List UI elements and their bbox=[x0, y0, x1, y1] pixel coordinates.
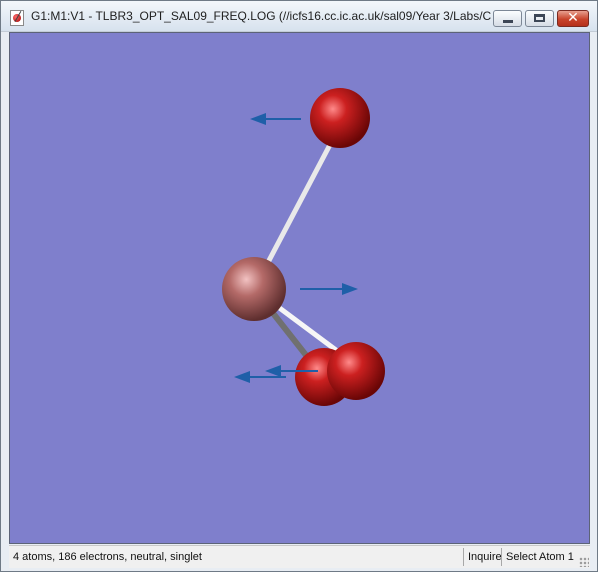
status-divider bbox=[501, 548, 502, 566]
molecule-viewport[interactable] bbox=[9, 32, 590, 544]
title-bar[interactable]: G1:M1:V1 - TLBR3_OPT_SAL09_FREQ.LOG (//i… bbox=[1, 1, 597, 32]
atom-br-2[interactable] bbox=[327, 342, 385, 400]
atom-br-1[interactable] bbox=[310, 88, 370, 148]
application-window: G1:M1:V1 - TLBR3_OPT_SAL09_FREQ.LOG (//i… bbox=[0, 0, 598, 572]
minimize-button[interactable] bbox=[493, 10, 522, 27]
maximize-icon bbox=[534, 14, 545, 22]
status-action: Select Atom 1 bbox=[506, 551, 574, 563]
resize-grip[interactable] bbox=[579, 557, 589, 567]
close-button[interactable]: ✕ bbox=[557, 10, 589, 27]
molecule-summary: 4 atoms, 186 electrons, neutral, singlet bbox=[13, 551, 202, 563]
gaussview-app-icon[interactable] bbox=[10, 10, 24, 26]
minimize-icon bbox=[503, 20, 513, 23]
close-icon: ✕ bbox=[567, 10, 579, 26]
maximize-button[interactable] bbox=[525, 10, 554, 27]
molecule-canvas[interactable] bbox=[10, 33, 589, 543]
status-bar: 4 atoms, 186 electrons, neutral, singlet… bbox=[9, 545, 590, 568]
window-title: G1:M1:V1 - TLBR3_OPT_SAL09_FREQ.LOG (//i… bbox=[31, 9, 491, 23]
atom-tl[interactable] bbox=[222, 257, 286, 321]
status-mode: Inquire bbox=[468, 551, 502, 563]
status-divider bbox=[463, 548, 464, 566]
